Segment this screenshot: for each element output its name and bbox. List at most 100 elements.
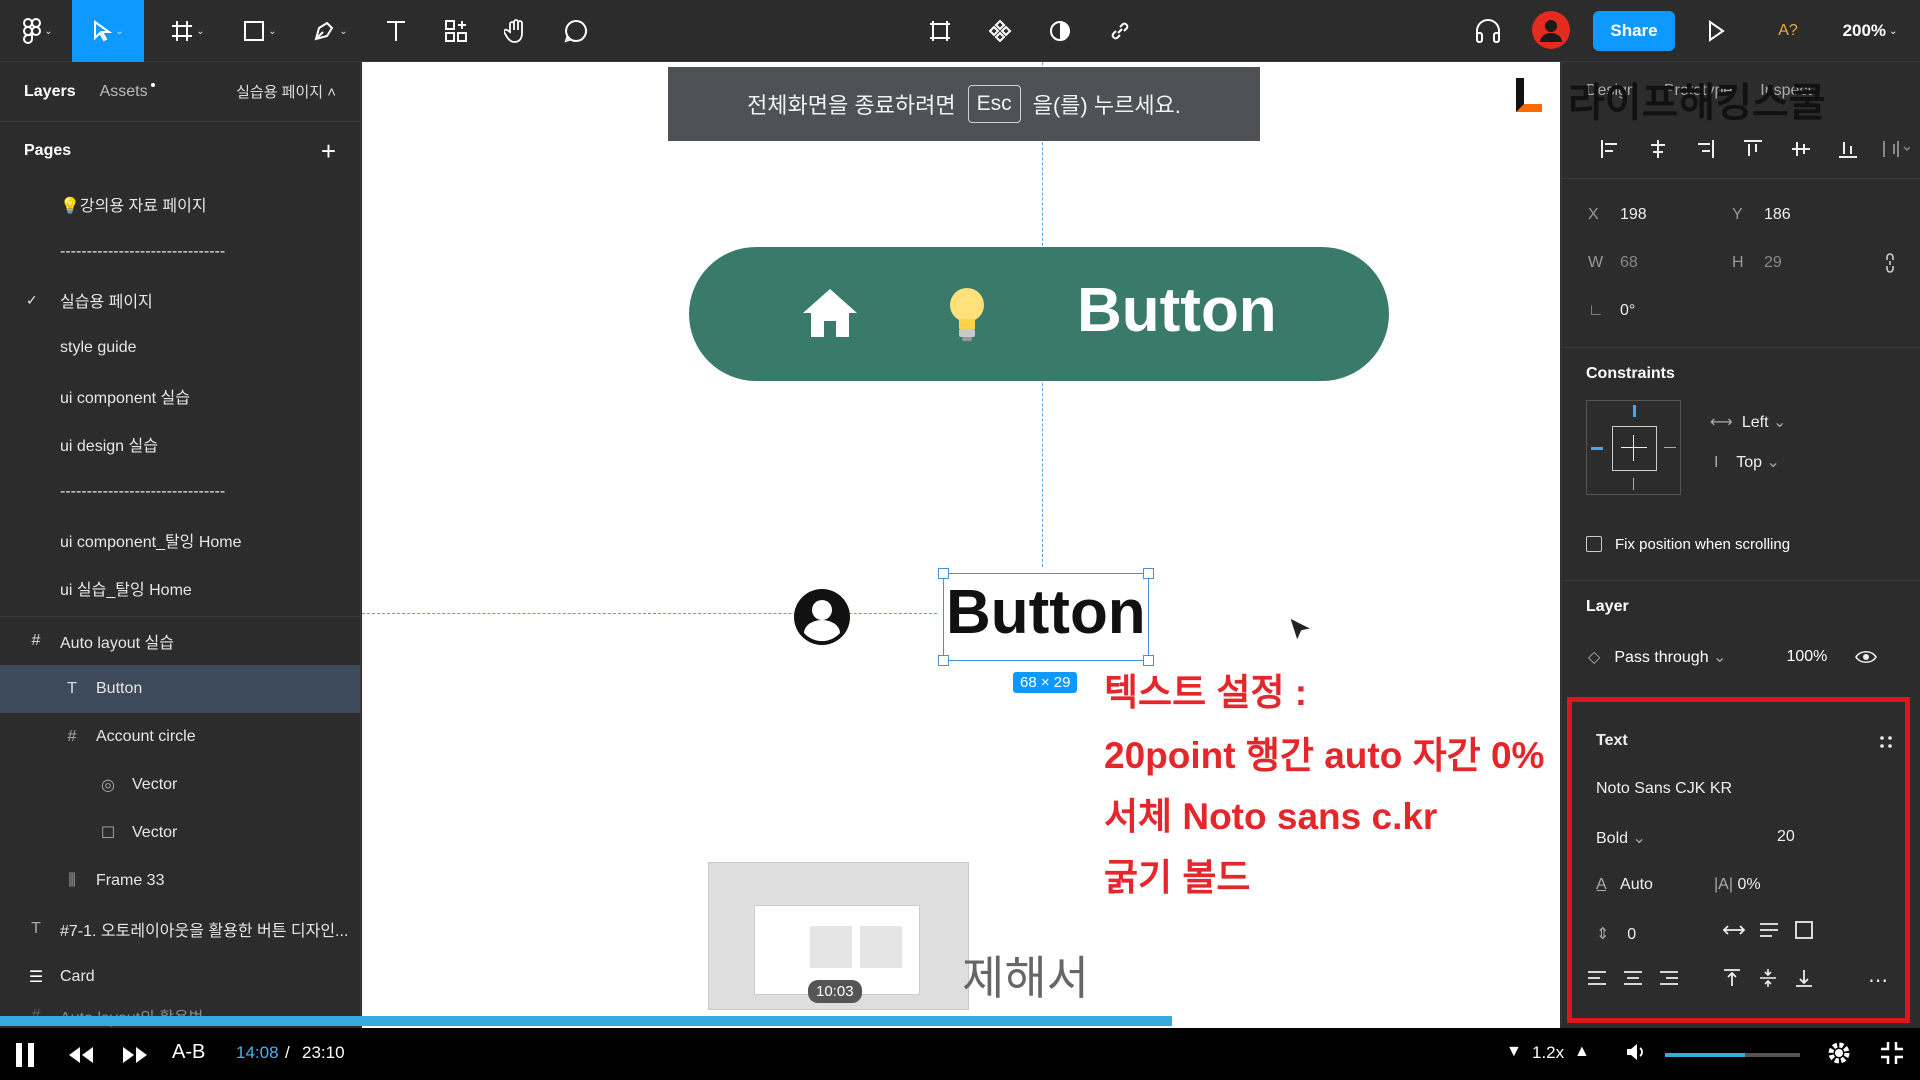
tab-assets[interactable]: Assets [100,82,155,101]
resize-handle[interactable] [938,655,949,666]
text-tool-button[interactable] [372,0,420,62]
layer-row[interactable]: ☐ Vector [0,809,360,857]
pen-tool-button[interactable]: ⌄ [302,0,358,62]
constraint-left-marker[interactable] [1591,447,1603,450]
design-canvas[interactable]: 전체화면을 종료하려면 Esc 을(를) 누르세요. Button Button… [362,62,1560,1028]
resources-button[interactable] [432,0,480,62]
page-item[interactable]: ui 실습_탈잉 Home [0,564,360,612]
mask-button[interactable] [1036,0,1084,62]
y-input[interactable]: 186 [1764,206,1876,224]
layer-row[interactable]: ⫼ Frame 33 [0,857,360,905]
fix-position-checkbox[interactable] [1586,536,1602,552]
layer-row[interactable]: ◎ Vector [0,761,360,809]
component-button[interactable] [976,0,1024,62]
tab-layers[interactable]: Layers [24,83,76,101]
pause-button[interactable] [14,1042,36,1068]
green-button-component[interactable]: Button [689,247,1389,381]
align-center-h-button[interactable] [1634,139,1682,159]
crop-frame-button[interactable] [916,0,964,62]
paragraph-spacing-field[interactable]: ⇕ 0 [1596,924,1636,944]
page-item[interactable]: ui component_탈잉 Home [0,516,360,564]
page-item[interactable]: 💡강의용 자료 페이지 [0,180,360,228]
share-button[interactable]: Share [1593,11,1675,51]
eye-icon[interactable] [1855,650,1878,664]
align-bottom-button[interactable] [1825,139,1873,159]
text-settings-icon[interactable] [1879,735,1893,749]
text-valign-middle-button[interactable] [1758,968,1778,988]
align-middle-button[interactable] [1777,139,1825,159]
text-valign-top-button[interactable] [1722,968,1742,988]
page-selector[interactable]: 실습용 페이지 ˄ [236,81,336,102]
horizontal-constraint-select[interactable]: ⟷ Left ⌄ [1710,412,1786,432]
auto-height-button[interactable] [1758,920,1780,940]
w-input[interactable]: 68 [1620,254,1732,272]
align-right-button[interactable] [1681,139,1729,159]
selected-text-layer[interactable]: Button [938,568,1154,666]
align-top-button[interactable] [1729,139,1777,159]
speed-down-button[interactable]: ▼ [1506,1043,1522,1061]
font-family-select[interactable]: Noto Sans CJK KR [1596,780,1732,798]
page-item[interactable]: style guide [0,324,360,372]
page-item[interactable]: ui component 실습 [0,372,360,420]
page-item[interactable]: ui design 실습 [0,420,360,468]
letter-spacing-field[interactable]: |A| 0% [1714,876,1761,894]
layer-row-selected[interactable]: T Button [0,665,360,713]
fast-forward-button[interactable] [122,1046,148,1064]
layer-row[interactable]: ☰ Card [0,953,360,1001]
resize-handle[interactable] [1143,568,1154,579]
constraint-top-marker[interactable] [1633,405,1636,417]
shape-tool-button[interactable]: ⌄ [232,0,288,62]
fix-position-row[interactable]: Fix position when scrolling [1562,520,1920,568]
user-avatar[interactable] [1532,11,1570,49]
hand-tool-button[interactable] [492,0,540,62]
rewind-button[interactable] [68,1046,94,1064]
text-align-left-button[interactable] [1586,968,1608,988]
settings-button[interactable] [1826,1040,1852,1066]
constraint-bottom-marker[interactable] [1633,478,1634,490]
text-valign-bottom-button[interactable] [1794,968,1814,988]
layer-row[interactable]: T #7-1. 오토레이아웃을 활용한 버튼 디자인... [0,905,360,953]
frame-tool-button[interactable]: ⌄ [160,0,216,62]
constrain-proportions-icon[interactable] [1884,252,1896,274]
present-button[interactable] [1692,0,1740,62]
resize-handle[interactable] [938,568,949,579]
zoom-menu[interactable]: 200% ⌄ [1830,0,1910,62]
text-align-right-button[interactable] [1658,968,1680,988]
font-weight-select[interactable]: Bold ⌄ [1596,828,1646,848]
h-input[interactable]: 29 [1764,254,1876,272]
line-height-field[interactable]: A̲ Auto [1596,876,1653,894]
chevron-down-icon: ⌄ [1632,830,1646,847]
main-menu-button[interactable]: ⌄ [10,0,66,62]
vertical-constraint-select[interactable]: I Top ⌄ [1714,452,1780,472]
layer-row[interactable]: # Auto layout 실습 [0,617,360,665]
x-input[interactable]: 198 [1620,206,1732,224]
missing-fonts-button[interactable]: A? [1768,0,1808,62]
add-page-icon[interactable]: + [321,136,336,167]
video-progress-fill[interactable] [0,1016,1172,1026]
auto-width-button[interactable] [1722,920,1746,940]
volume-button[interactable] [1626,1043,1646,1061]
font-size-input[interactable]: 20 [1777,828,1795,846]
account-circle-icon[interactable] [792,587,852,647]
exit-fullscreen-button[interactable] [1880,1041,1904,1065]
rotation-input[interactable]: 0° [1620,302,1732,320]
distribute-button[interactable] [1872,139,1920,159]
speed-up-button[interactable]: ▲ [1574,1043,1590,1061]
opacity-input[interactable]: 100% [1786,648,1827,666]
align-left-button[interactable] [1586,139,1634,159]
ab-repeat-button[interactable]: A-B [172,1041,205,1064]
constraints-widget[interactable] [1586,400,1681,495]
page-item-current[interactable]: ✓ 실습용 페이지 [0,276,360,324]
constraint-right-marker[interactable] [1664,447,1676,448]
text-align-center-button[interactable] [1622,968,1644,988]
link-button[interactable] [1096,0,1144,62]
more-options-icon[interactable]: ⋯ [1868,968,1888,993]
blend-mode-select[interactable]: Pass through ⌄ [1614,647,1726,667]
layer-row[interactable]: # Account circle [0,713,360,761]
fixed-size-button[interactable] [1794,920,1814,940]
page-item[interactable]: ------------------------------- [0,228,360,276]
audio-button[interactable] [1464,0,1512,62]
move-tool-button[interactable]: ⌄ [72,0,144,62]
page-item[interactable]: ------------------------------- [0,468,360,516]
comment-tool-button[interactable] [552,0,600,62]
